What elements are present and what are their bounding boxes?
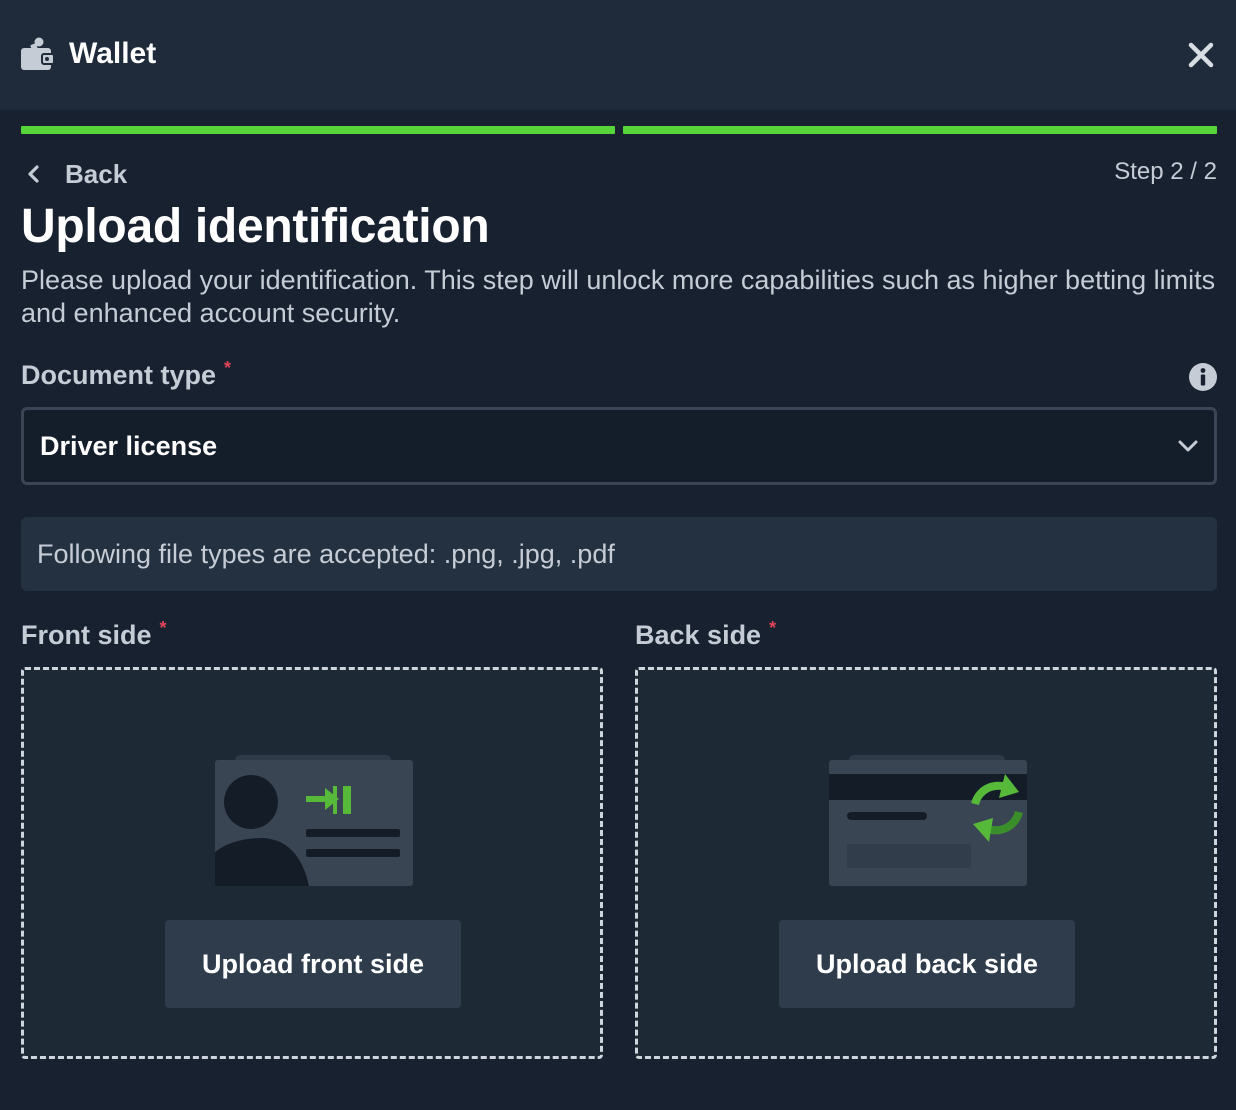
front-side-label-text: Front side [21,620,152,650]
page-description: Please upload your identification. This … [21,265,1216,328]
chevron-down-icon [1178,440,1198,452]
back-side-dropzone[interactable]: Upload back side [635,667,1217,1059]
required-mark: * [769,618,777,638]
chevron-left-icon [20,156,48,192]
document-type-label: Document type * [21,358,232,391]
upload-back-side-button[interactable]: Upload back side [779,920,1075,1008]
upload-front-side-button[interactable]: Upload front side [165,920,461,1008]
progress-step-1 [21,126,615,134]
required-mark: * [159,618,167,638]
wallet-icon [21,37,54,70]
page-title: Upload identification [21,200,490,253]
back-button[interactable]: Back [20,156,127,192]
wallet-title: Wallet [69,37,157,70]
step-indicator: Step 2 / 2 [1114,158,1217,185]
required-mark: * [224,358,232,378]
back-label: Back [65,158,128,189]
document-type-value: Driver license [40,430,218,461]
info-icon[interactable] [1188,362,1218,392]
front-side-label: Front side * [21,618,167,651]
id-card-back-flip-icon [829,755,1027,886]
document-type-label-text: Document type [21,360,217,390]
back-side-label: Back side * [635,618,777,651]
file-types-notice-text: Following file types are accepted: .png,… [37,538,615,569]
progress-step-2 [623,126,1217,134]
back-side-label-text: Back side [635,620,762,650]
document-type-select[interactable]: Driver license [21,407,1217,485]
wallet-header: Wallet [0,0,1236,110]
file-types-notice: Following file types are accepted: .png,… [21,517,1217,591]
front-side-dropzone[interactable]: Upload front side [21,667,603,1059]
id-card-front-icon [215,755,413,886]
close-button[interactable] [1184,38,1218,72]
close-icon [1188,42,1214,68]
